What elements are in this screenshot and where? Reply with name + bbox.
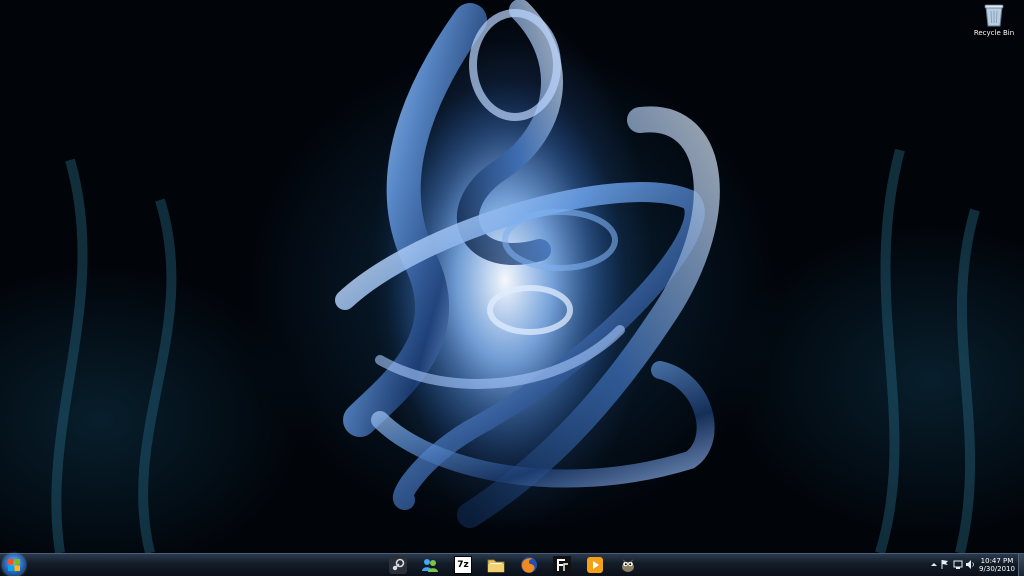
- gimp-icon[interactable]: [619, 556, 637, 574]
- media-player-icon[interactable]: [586, 556, 604, 574]
- desktop-icon-recycle-bin[interactable]: Recycle Bin: [970, 2, 1018, 46]
- firefox-icon[interactable]: [520, 556, 538, 574]
- show-hidden-icons-arrow[interactable]: [929, 559, 939, 570]
- start-button[interactable]: [3, 554, 25, 576]
- network-icon[interactable]: [953, 559, 963, 570]
- clock-time[interactable]: 10:47 PM: [975, 557, 1019, 565]
- desktop-icon-label: Recycle Bin: [973, 29, 1015, 37]
- volume-icon[interactable]: [965, 559, 975, 570]
- clock-date[interactable]: 9/30/2010: [975, 565, 1019, 573]
- desktop[interactable]: Recycle Bin: [0, 0, 1024, 553]
- messenger-icon[interactable]: [421, 556, 439, 574]
- recycle-bin-icon: [984, 4, 1004, 27]
- show-desktop-button[interactable]: [1018, 554, 1024, 576]
- action-center-flag-icon[interactable]: [940, 559, 950, 570]
- 7zip-icon[interactable]: 7z: [454, 556, 472, 574]
- folder-icon[interactable]: [487, 556, 505, 574]
- windows-logo-icon: [8, 559, 20, 571]
- steam-icon[interactable]: [389, 556, 407, 574]
- fontforge-icon[interactable]: [553, 556, 571, 574]
- wallpaper: [51, 0, 980, 553]
- taskbar: 7z 10:47 PM 9/30/2010: [0, 553, 1024, 576]
